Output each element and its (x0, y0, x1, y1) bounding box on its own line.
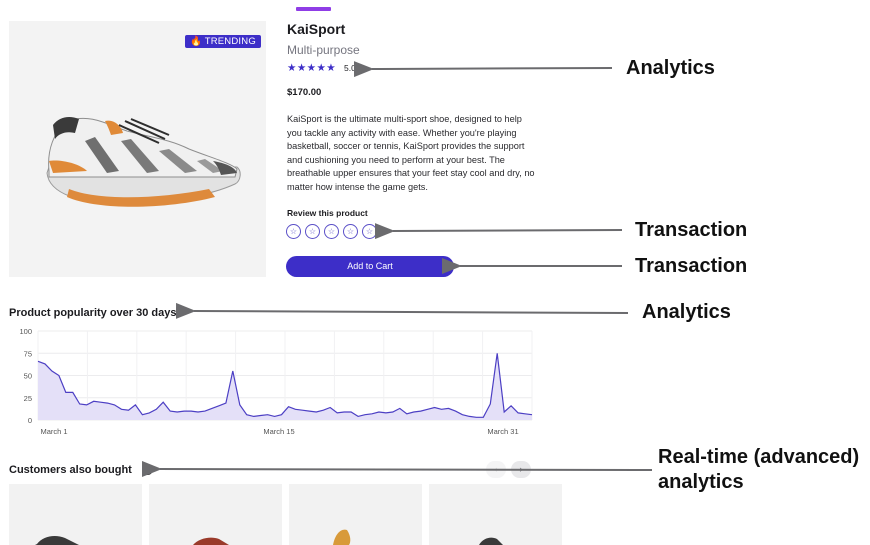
review-star-2[interactable]: ☆ (305, 224, 320, 239)
product-category: Multi-purpose (287, 43, 360, 57)
annotation-realtime: Real-time (advanced) (658, 446, 860, 468)
top-accent-bar (296, 7, 331, 11)
carousel-prev-button[interactable]: ‹ (486, 461, 506, 478)
product-price: $170.00 (287, 87, 322, 98)
shoe-thumbnail (35, 536, 79, 545)
product-name: KaiSport (287, 21, 346, 37)
rating-value: 5.0 (344, 63, 356, 73)
review-star-4[interactable]: ☆ (343, 224, 358, 239)
review-label: Review this product (287, 208, 368, 218)
annotation-transaction: Transaction (635, 255, 748, 277)
annotation-arrow (175, 302, 629, 319)
y-tick-label: 0 (28, 416, 32, 425)
also-bought-title: Customers also bought (9, 464, 132, 476)
y-tick-label: 100 (19, 327, 32, 336)
shoe-thumbnail (479, 537, 503, 545)
annotation-analytics: Analytics (626, 57, 715, 79)
review-star-5[interactable]: ☆ (362, 224, 377, 239)
y-tick-label: 25 (24, 394, 32, 403)
annotation-transaction: Transaction (635, 219, 748, 241)
product-image (9, 21, 266, 277)
recommended-product-card[interactable] (9, 484, 142, 545)
product-description: KaiSport is the ultimate multi-sport sho… (287, 114, 535, 192)
annotation-arrow (374, 223, 623, 240)
review-star-picker: ☆ ☆ ☆ ☆ ☆ (286, 224, 377, 239)
popularity-chart: 100 75 50 25 0 March 1 March 15 March 31 (19, 327, 533, 436)
review-star-3[interactable]: ☆ (324, 224, 339, 239)
trending-badge: 🔥 TRENDING (185, 35, 261, 48)
y-tick-label: 50 (24, 372, 32, 381)
chart-title: Product popularity over 30 days (9, 307, 177, 319)
question-icon[interactable]: ? (142, 464, 153, 475)
x-tick-label: March 1 (40, 427, 67, 436)
x-tick-label: March 31 (487, 427, 518, 436)
recommended-product-card[interactable] (429, 484, 562, 545)
recommended-product-card[interactable] (289, 484, 422, 545)
y-tick-label: 75 (24, 349, 32, 358)
shoe-thumbnail (333, 529, 351, 545)
carousel-next-button[interactable]: › (511, 461, 531, 478)
add-to-cart-button[interactable]: Add to Cart (286, 256, 454, 277)
shoe-illustration (46, 117, 241, 207)
rating-stars: ★★★★★ (287, 62, 337, 74)
annotation-analytics: Analytics (642, 301, 731, 323)
annotation-arrow (141, 460, 653, 477)
x-tick-label: March 15 (263, 427, 294, 436)
annotation-arrow (353, 61, 613, 78)
annotation-realtime: analytics (658, 471, 744, 493)
shoe-thumbnail (193, 537, 229, 545)
review-star-1[interactable]: ☆ (286, 224, 301, 239)
recommended-product-card[interactable] (149, 484, 282, 545)
